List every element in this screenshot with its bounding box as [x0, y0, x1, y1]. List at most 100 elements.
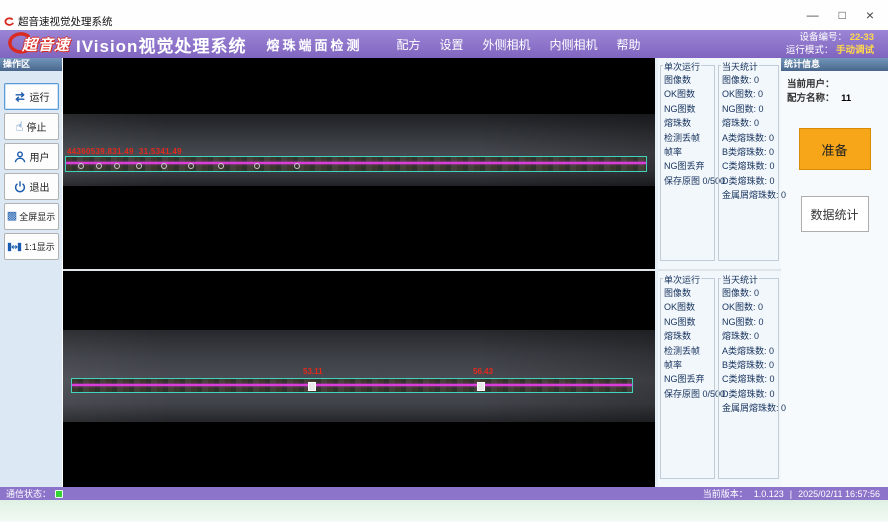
status-bar: 通信状态： 当前版本： 1.0.123 | 2025/02/11 16:57:5… — [0, 487, 888, 500]
menu-item-help[interactable]: 帮助 — [617, 36, 641, 53]
one-to-one-icon — [7, 241, 22, 253]
stat-row: 熔珠数 — [664, 329, 713, 343]
weld-bead-overlay-top — [65, 156, 647, 172]
stat-row: A类熔珠数: 0 — [722, 344, 777, 358]
stat-row: 图像数: 0 — [722, 73, 777, 87]
bead-centerline — [72, 384, 632, 386]
stat-row: B类熔珠数: 0 — [722, 145, 777, 159]
stat-row: 图像数 — [664, 73, 713, 87]
one-to-one-button-label: 1:1显示 — [24, 240, 55, 253]
one-to-one-button[interactable]: 1:1显示 — [4, 233, 59, 260]
user-button-label: 用户 — [30, 149, 50, 164]
run-button[interactable]: 运行 — [4, 83, 59, 110]
operation-sidebar: 操作区 运行 ☝ 停止 用户 退出 ▩ 全屏显示 — [0, 58, 63, 487]
menu-item-settings[interactable]: 设置 — [439, 36, 463, 53]
minimize-button[interactable]: — — [807, 9, 819, 21]
measurement-label: 56.43 — [473, 367, 493, 376]
stat-row: 保存原图 0/500 — [664, 174, 713, 188]
stat-row: OK图数: 0 — [722, 300, 777, 314]
stats-section-top: 单次运行 图像数 OK图数 NG图数 熔珠数 检测丢帧 帧率 NG图丢弃 保存原… — [658, 58, 781, 269]
daily-stats-groupbox: 当天统计 图像数: 0 OK图数: 0 NG图数: 0 熔珠数: 0 A类熔珠数… — [718, 278, 779, 479]
ready-button[interactable]: 准备 — [799, 128, 871, 170]
app-title: IVision视觉处理系统 — [76, 32, 246, 57]
stop-hand-icon: ☝ — [16, 120, 24, 133]
stats-section-bottom: 单次运行 图像数 OK图数 NG图数 熔珠数 检测丢帧 帧率 NG图丢弃 保存原… — [658, 271, 781, 487]
stat-row: C类熔珠数: 0 — [722, 159, 777, 173]
stat-row: 图像数 — [664, 286, 713, 300]
run-button-label: 运行 — [30, 89, 50, 104]
brand-name: 超音速 — [22, 34, 70, 55]
sidebar-title: 操作区 — [0, 58, 62, 71]
stat-row: A类熔珠数: 0 — [722, 131, 777, 145]
stat-row: NG图数: 0 — [722, 102, 777, 116]
desktop-strip — [0, 500, 888, 522]
camera-viewport-top[interactable]: 44360539.831.49 31.5341.49 — [63, 58, 655, 269]
fullscreen-button[interactable]: ▩ 全屏显示 — [4, 203, 59, 230]
stat-row: 熔珠数 — [664, 116, 713, 130]
run-mode-value: 手动调试 — [836, 45, 874, 56]
app-logo-icon — [4, 17, 15, 27]
single-run-groupbox: 单次运行 图像数 OK图数 NG图数 熔珠数 检测丢帧 帧率 NG图丢弃 保存原… — [660, 278, 715, 479]
camera-viewports: 44360539.831.49 31.5341.49 53.11 56.43 — [63, 58, 655, 487]
menu-item-recipe[interactable]: 配方 — [396, 36, 420, 53]
status-separator: | — [790, 489, 792, 499]
app-header: 超音速 IVision视觉处理系统 熔珠端面检测 配方 设置 外侧相机 内侧相机… — [0, 30, 888, 58]
stat-row: 金属屑熔珠数: 0 — [722, 401, 777, 415]
stat-row: 保存原图 0/500 — [664, 387, 713, 401]
groupbox-title: 单次运行 — [663, 60, 701, 73]
recipe-name-label: 配方名称： — [787, 93, 835, 104]
groupbox-title: 当天统计 — [721, 60, 759, 73]
device-info: 设备编号： 22-33 运行模式： 手动调试 — [786, 31, 888, 57]
stat-row: OK图数 — [664, 87, 713, 101]
exit-button[interactable]: 退出 — [4, 173, 59, 200]
comm-status-label: 通信状态： — [6, 487, 51, 500]
recipe-name-value: 11 — [841, 93, 851, 104]
statistics-column: 单次运行 图像数 OK图数 NG图数 熔珠数 检测丢帧 帧率 NG图丢弃 保存原… — [655, 58, 781, 487]
device-id-label: 设备编号： — [800, 32, 848, 43]
menu-item-outer-camera[interactable]: 外侧相机 — [483, 36, 531, 53]
camera-viewport-bottom[interactable]: 53.11 56.43 — [63, 271, 655, 487]
stat-row: OK图数: 0 — [722, 87, 777, 101]
run-mode-label: 运行模式： — [786, 45, 834, 56]
restore-button[interactable]: □ — [839, 9, 846, 21]
stat-row: OK图数 — [664, 300, 713, 314]
user-button[interactable]: 用户 — [4, 143, 59, 170]
window-titlebar: 超音速视觉处理系统 — □ × — [0, 0, 888, 30]
single-run-groupbox: 单次运行 图像数 OK图数 NG图数 熔珠数 检测丢帧 帧率 NG图丢弃 保存原… — [660, 65, 715, 261]
stat-row: NG图数 — [664, 315, 713, 329]
main-area: 操作区 运行 ☝ 停止 用户 退出 ▩ 全屏显示 — [0, 58, 888, 487]
info-panel: 统计信息 当前用户： 配方名称： 11 准备 数据统计 — [781, 58, 888, 487]
measurement-annotation: 44360539.831.49 31.5341.49 — [67, 147, 182, 156]
menu-bar: 配方 设置 外侧相机 内侧相机 帮助 — [396, 36, 640, 53]
device-id-value: 22-33 — [850, 32, 874, 43]
stat-row: C类熔珠数: 0 — [722, 372, 777, 386]
stop-button-label: 停止 — [26, 119, 46, 134]
stat-row: 检测丢帧 — [664, 344, 713, 358]
groupbox-title: 当天统计 — [721, 273, 759, 286]
current-user-label: 当前用户： — [787, 79, 835, 90]
window-title: 超音速视觉处理系统 — [18, 14, 113, 29]
stat-row: D类熔珠数: 0 — [722, 174, 777, 188]
menu-item-inner-camera[interactable]: 内侧相机 — [550, 36, 598, 53]
run-loop-icon — [13, 90, 27, 104]
weld-bead-overlay-bottom — [71, 378, 633, 393]
camera-image-bottom — [63, 330, 655, 422]
stat-row: NG图丢弃 — [664, 372, 713, 386]
defect-marker — [477, 382, 485, 391]
stat-row: NG图数: 0 — [722, 315, 777, 329]
close-button[interactable]: × — [866, 9, 874, 21]
daily-stats-groupbox: 当天统计 图像数: 0 OK图数: 0 NG图数: 0 熔珠数: 0 A类熔珠数… — [718, 65, 779, 261]
version-value: 1.0.123 — [754, 489, 784, 499]
stat-row: 金属屑熔珠数: 0 — [722, 188, 777, 202]
stat-row: 图像数: 0 — [722, 286, 777, 300]
info-panel-title: 统计信息 — [781, 58, 888, 71]
defect-marker — [308, 382, 316, 391]
stat-row: 帧率 — [664, 145, 713, 159]
user-icon — [13, 150, 27, 164]
stat-row: 熔珠数: 0 — [722, 329, 777, 343]
data-statistics-button[interactable]: 数据统计 — [801, 196, 869, 232]
stat-row: 熔珠数: 0 — [722, 116, 777, 130]
measurement-label: 53.11 — [303, 367, 323, 376]
version-label: 当前版本： — [703, 487, 748, 500]
stop-button[interactable]: ☝ 停止 — [4, 113, 59, 140]
